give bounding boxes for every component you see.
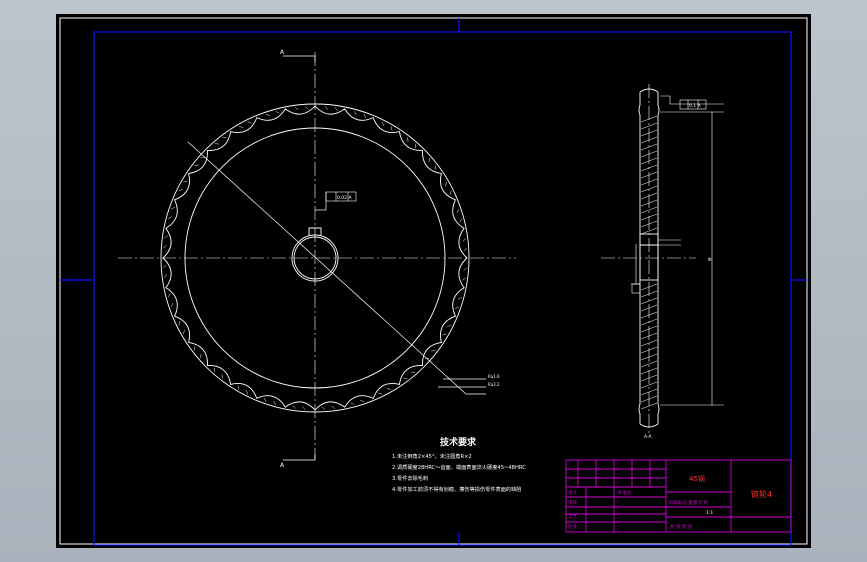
side-center-lines [601,84,696,434]
requirement-item-3: 3.零件去除毛刺 [392,474,428,482]
front-center-lines [118,52,516,459]
tolerance-key-text: 0.02 A [337,195,352,201]
title-row-check: 审核 [568,499,577,506]
tolerance-frame-rim: 0.1 A [679,99,707,110]
dimension-leaders [187,141,486,395]
cad-viewport[interactable]: A A 0.02 A Ra1.6 Ra3.2 0.1 A Φ A-A 技术要求 … [56,14,811,548]
surface-mark-1: Ra1.6 [488,374,500,379]
technical-requirements: 技术要求 1.未注倒角2×45°，未注圆角R×2 2.调质硬度28HRC～齿面、… [392,436,526,493]
title-sheet: 共 张 第 张 [670,523,693,530]
title-row-design: 设计 [568,489,577,496]
title-scale: 1:1 [706,510,713,516]
requirement-item-2: 2.调质硬度28HRC～齿面、端面表面淬火硬度45~48HRC [392,463,526,471]
title-part-name: 链轮4 [751,489,772,499]
section-view-label: A-A [644,434,653,440]
sprocket-drawing: A A 0.02 A Ra1.6 Ra3.2 0.1 A Φ A-A 技术要求 … [59,17,808,546]
requirement-item-1: 1.未注倒角2×45°，未注圆角R×2 [392,452,472,460]
title-row-approve: 批准 [568,523,577,530]
section-mark-top: A [280,49,285,56]
tolerance-rim-text: 0.1 A [689,103,702,109]
surface-mark-2: Ra3.2 [488,382,500,387]
requirement-item-4: 4.零件加工前须不得有划痕、擦伤等损伤零件表面的缺陷 [392,485,521,493]
title-material: 45钢 [689,474,705,483]
title-columns: 阶段标记 重量 比例 [669,499,708,506]
requirements-title: 技术要求 [440,436,477,448]
title-row-process: 工艺 [568,514,577,520]
side-diameter-label: Φ [708,257,712,263]
section-mark-bottom: A [280,462,285,469]
tolerance-frame-key: 0.02 A [325,191,357,202]
title-standard: 标准化 [618,489,632,496]
side-dim-box [631,283,641,294]
